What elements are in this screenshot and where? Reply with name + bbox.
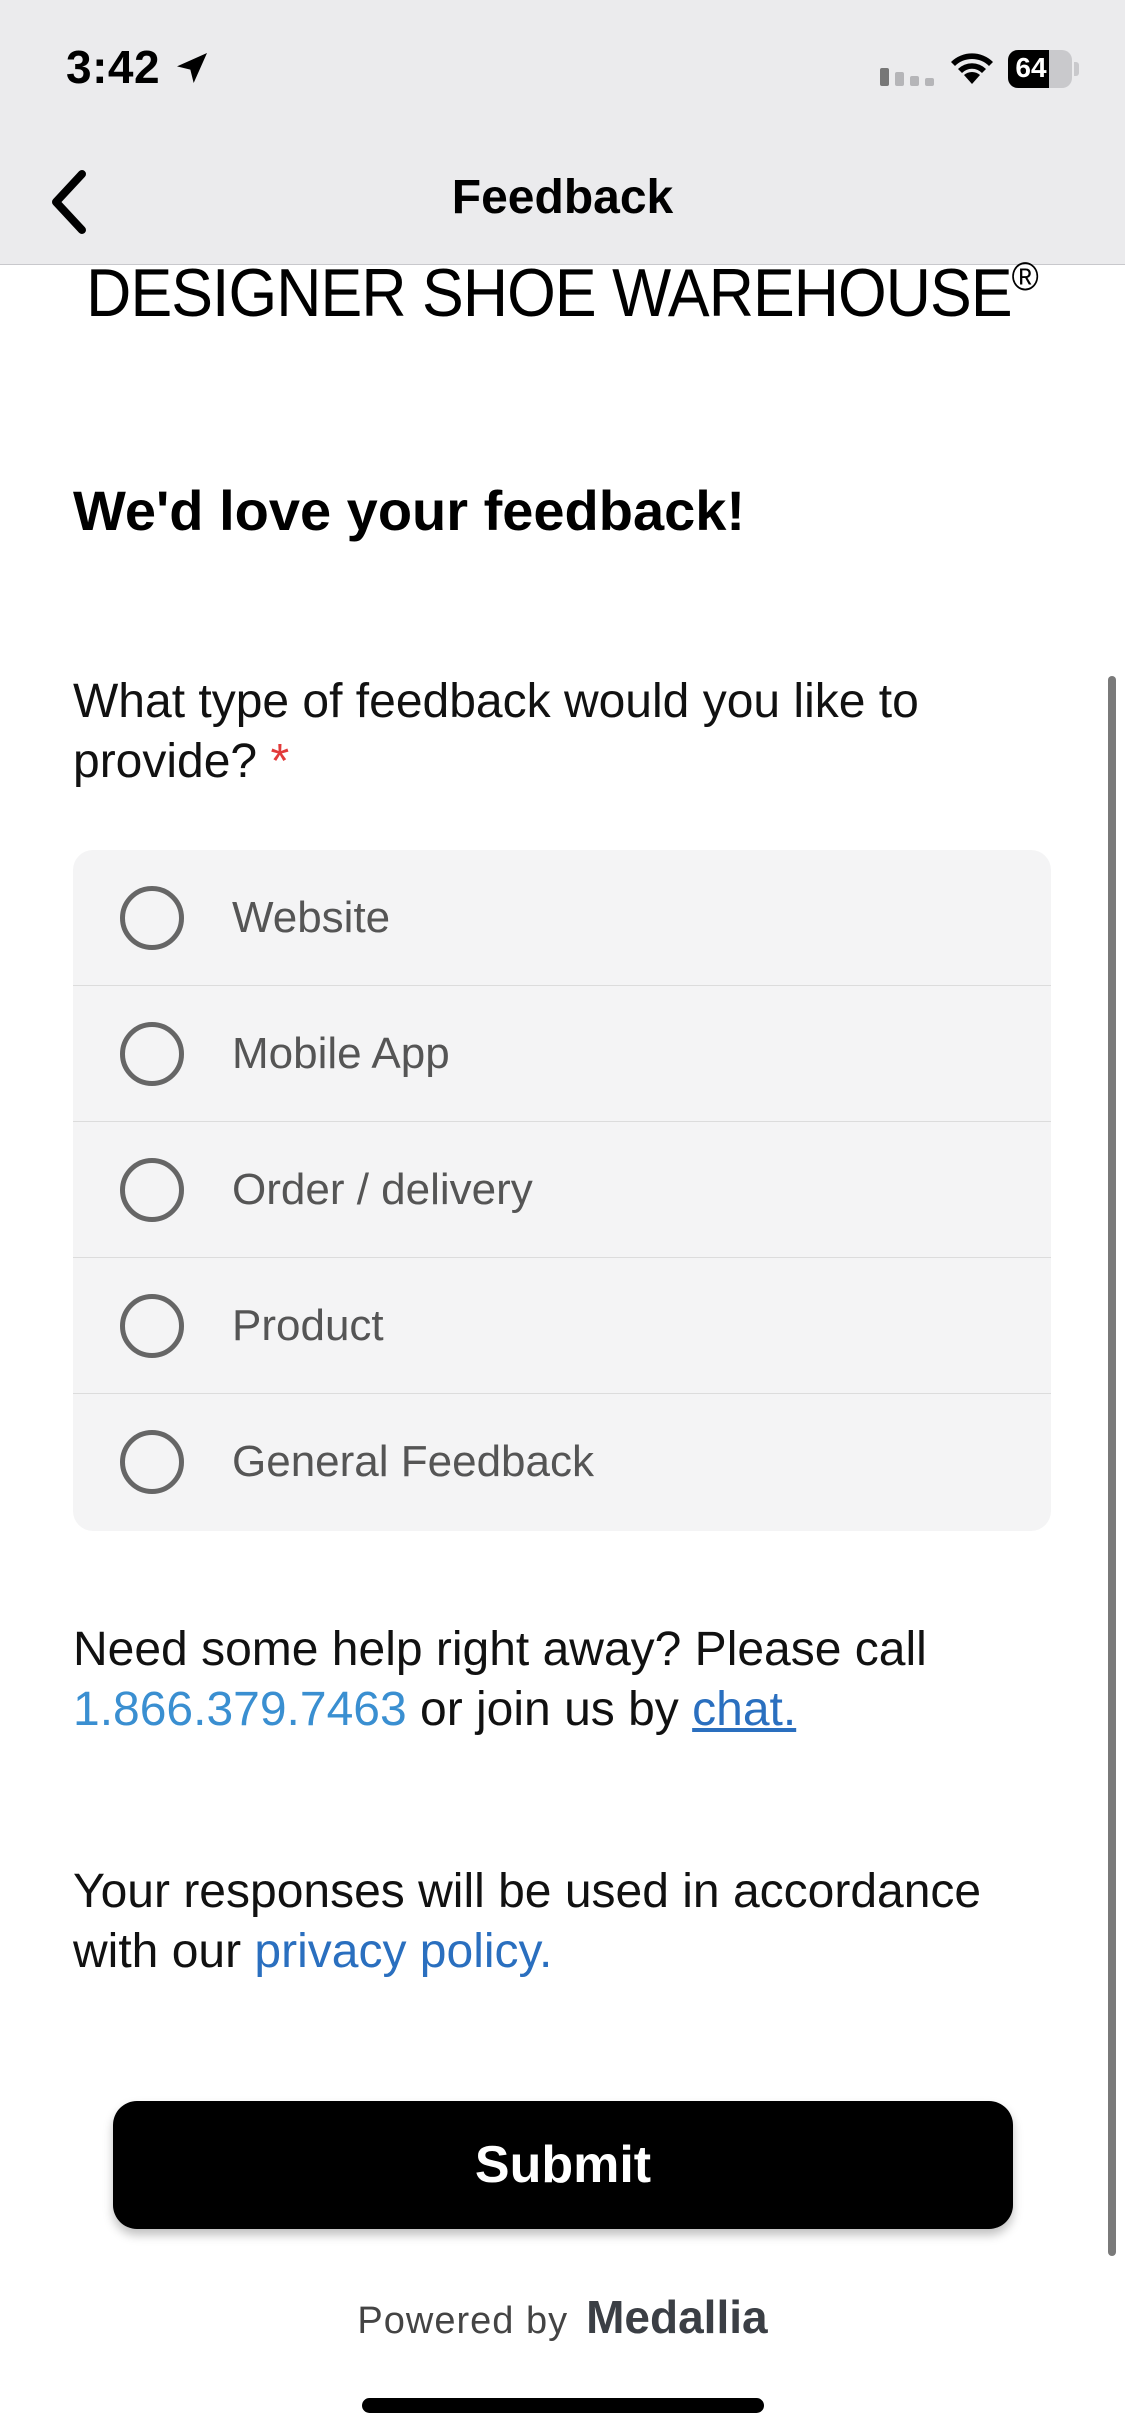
option-label: Order / delivery <box>232 1164 533 1214</box>
radio-button[interactable] <box>120 885 184 950</box>
location-arrow-icon <box>177 53 207 83</box>
home-indicator[interactable] <box>362 2398 764 2413</box>
help-prefix: Need some help right away? Please call <box>73 1623 927 1676</box>
question-text: What type of feedback would you like to … <box>73 675 919 788</box>
status-time: 3:42 <box>66 41 161 93</box>
brand-logo: DESIGNER SHOE WAREHOUSE® <box>45 254 1080 332</box>
option-website[interactable]: Website <box>73 850 1051 986</box>
option-label: General Feedback <box>232 1437 594 1486</box>
navigation-bar: Feedback <box>0 140 1125 265</box>
feedback-type-options: Website Mobile App Order / delivery Prod… <box>73 850 1051 1531</box>
option-general-feedback[interactable]: General Feedback <box>73 1394 1051 1530</box>
help-middle: or join us by <box>420 1683 679 1736</box>
radio-button[interactable] <box>120 1021 184 1086</box>
required-marker: * <box>270 735 290 788</box>
option-product[interactable]: Product <box>73 1258 1051 1394</box>
battery-icon: 64 <box>1008 50 1079 88</box>
radio-button[interactable] <box>120 1430 184 1494</box>
option-label: Mobile App <box>232 1028 450 1078</box>
privacy-policy-link[interactable]: privacy policy. <box>254 1925 552 1978</box>
option-label: Product <box>232 1300 384 1350</box>
brand-name: DESIGNER SHOE WAREHOUSE <box>86 255 1012 331</box>
form-heading: We'd love your feedback! <box>73 479 746 542</box>
registered-mark: ® <box>1011 255 1039 299</box>
wifi-icon <box>951 53 993 84</box>
powered-by-footer: Powered by Medallia <box>0 2290 1125 2344</box>
status-bar: 3:42 64 <box>0 0 1125 140</box>
radio-button[interactable] <box>120 1293 184 1358</box>
medallia-logo: Medallia <box>586 2291 768 2343</box>
battery-level: 64 <box>1015 52 1047 83</box>
scrollbar[interactable] <box>1108 676 1116 2256</box>
cellular-signal-icon <box>880 68 934 86</box>
chat-link[interactable]: chat. <box>692 1683 796 1736</box>
option-order-delivery[interactable]: Order / delivery <box>73 1122 1051 1258</box>
submit-button[interactable]: Submit <box>113 2101 1013 2229</box>
help-text: Need some help right away? Please call 1.… <box>73 1620 1053 1740</box>
page-title: Feedback <box>451 171 674 224</box>
feedback-type-question: What type of feedback would you like to … <box>73 672 1033 792</box>
privacy-notice: Your responses will be used in accordanc… <box>73 1862 1053 1982</box>
powered-by-text: Powered by <box>357 2300 569 2342</box>
option-label: Website <box>232 892 391 942</box>
option-mobile-app[interactable]: Mobile App <box>73 986 1051 1122</box>
phone-link[interactable]: 1.866.379.7463 <box>73 1683 407 1736</box>
radio-button[interactable] <box>120 1157 184 1222</box>
